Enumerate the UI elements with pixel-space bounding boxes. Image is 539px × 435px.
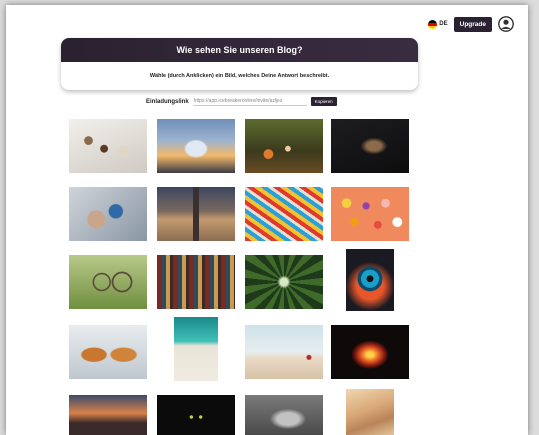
image-sunset-city[interactable] [69, 395, 147, 435]
image-donuts[interactable] [331, 187, 409, 241]
image-bookshelf[interactable] [157, 255, 235, 309]
image-hourglass-beach[interactable] [157, 187, 235, 241]
image-glasses-field[interactable] [69, 255, 147, 309]
language-code: DE [439, 21, 448, 27]
image-beach-person[interactable] [245, 325, 323, 379]
invite-link-field[interactable] [192, 97, 307, 106]
language-selector[interactable]: DE [428, 19, 448, 29]
image-forest-mushrooms[interactable] [245, 119, 323, 173]
image-fire-guitar[interactable] [331, 325, 409, 379]
image-forest-canopy[interactable] [245, 255, 323, 309]
image-aerial-beach[interactable] [174, 317, 218, 381]
user-avatar-icon[interactable] [498, 16, 514, 32]
image-two-foxes[interactable] [69, 325, 147, 379]
german-flag-icon [428, 19, 438, 29]
image-colorful-threads[interactable] [245, 187, 323, 241]
question-title: Wie sehen Sie unseren Blog? [61, 38, 418, 62]
question-card: Wie sehen Sie unseren Blog? Wähle (durch… [61, 38, 418, 90]
image-painted-hands[interactable] [69, 187, 147, 241]
page-sheet: DE Upgrade Wie sehen Sie unseren Blog? W… [6, 5, 528, 435]
question-instruction: Wähle (durch Anklicken) ein Bild, welche… [149, 73, 330, 79]
image-sand-dunes[interactable] [346, 389, 394, 435]
copy-button[interactable]: Kopieren [310, 97, 337, 106]
image-eye-closeup[interactable] [346, 249, 394, 311]
topbar: DE Upgrade [428, 16, 514, 32]
image-dark-figure[interactable] [331, 119, 409, 173]
upgrade-button[interactable]: Upgrade [453, 16, 492, 32]
image-hands-together[interactable] [245, 395, 323, 435]
invite-row: Einladungslink Kopieren [146, 97, 337, 106]
invite-label: Einladungslink [146, 98, 189, 105]
image-jar-sunset[interactable] [157, 119, 235, 173]
image-black-cat[interactable] [157, 395, 235, 435]
image-coffee-table[interactable] [69, 119, 147, 173]
